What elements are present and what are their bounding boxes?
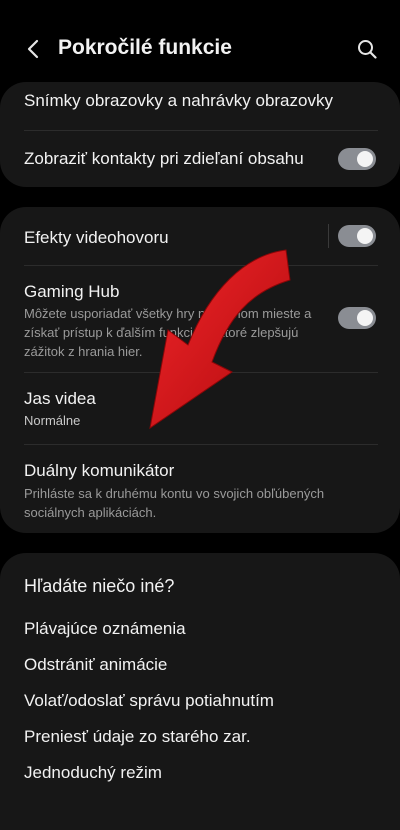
search-button[interactable]: [352, 34, 382, 64]
video-brightness-value: Normálne: [24, 413, 81, 428]
video-effects-toggle[interactable]: [338, 225, 376, 247]
toggle-knob: [357, 151, 373, 167]
suggestions-heading: Hľadáte niečo iné?: [24, 576, 175, 596]
page-title: Pokročilé funkcie: [58, 36, 232, 59]
gaming-hub-toggle[interactable]: [338, 307, 376, 329]
vertical-separator: [328, 224, 329, 248]
settings-card-2: Efekty videohovoru Gaming Hub Môžete usp…: [0, 207, 400, 533]
gaming-hub-label: Gaming Hub: [24, 282, 120, 301]
screenshots-label: Snímky obrazovky a nahrávky obrazovky: [24, 91, 333, 110]
video-effects-row[interactable]: Efekty videohovoru: [0, 207, 400, 265]
suggestion-link-transfer-data[interactable]: Preniesť údaje zo starého zar.: [24, 727, 251, 747]
dual-messenger-row[interactable]: Duálny komunikátor Prihláste sa k druhém…: [0, 445, 400, 533]
suggestion-link-swipe-to-call[interactable]: Volať/odoslať správu potiahnutím: [24, 691, 274, 711]
chevron-left-icon: [27, 39, 39, 59]
video-brightness-label: Jas videa: [24, 389, 96, 408]
search-icon: [358, 40, 377, 59]
suggestion-link-remove-animations[interactable]: Odstrániť animácie: [24, 655, 167, 675]
toggle-knob: [357, 228, 373, 244]
video-effects-label: Efekty videohovoru: [24, 228, 169, 247]
gaming-hub-row[interactable]: Gaming Hub Môžete usporiadať všetky hry …: [0, 266, 400, 372]
settings-card-1: Snímky obrazovky a nahrávky obrazovky Zo…: [0, 82, 400, 187]
suggestion-link-easy-mode[interactable]: Jednoduchý režim: [24, 763, 162, 783]
toggle-knob: [357, 310, 373, 326]
show-contacts-row[interactable]: Zobraziť kontakty pri zdieľaní obsahu: [0, 131, 400, 187]
video-brightness-row[interactable]: Jas videa Normálne: [0, 373, 400, 444]
show-contacts-label: Zobraziť kontakty pri zdieľaní obsahu: [24, 149, 304, 168]
back-button[interactable]: [18, 34, 48, 64]
screenshots-row[interactable]: Snímky obrazovky a nahrávky obrazovky: [0, 82, 400, 130]
show-contacts-toggle[interactable]: [338, 148, 376, 170]
dual-messenger-label: Duálny komunikátor: [24, 461, 175, 480]
gaming-hub-description: Môžete usporiadať všetky hry na jednom m…: [24, 306, 312, 359]
suggestions-card: Hľadáte niečo iné? Plávajúce oznámenia O…: [0, 553, 400, 830]
dual-messenger-description: Prihláste sa k druhému kontu vo svojich …: [24, 486, 325, 520]
app-header: Pokročilé funkcie: [0, 0, 400, 82]
suggestion-link-floating-notifications[interactable]: Plávajúce oznámenia: [24, 619, 186, 639]
